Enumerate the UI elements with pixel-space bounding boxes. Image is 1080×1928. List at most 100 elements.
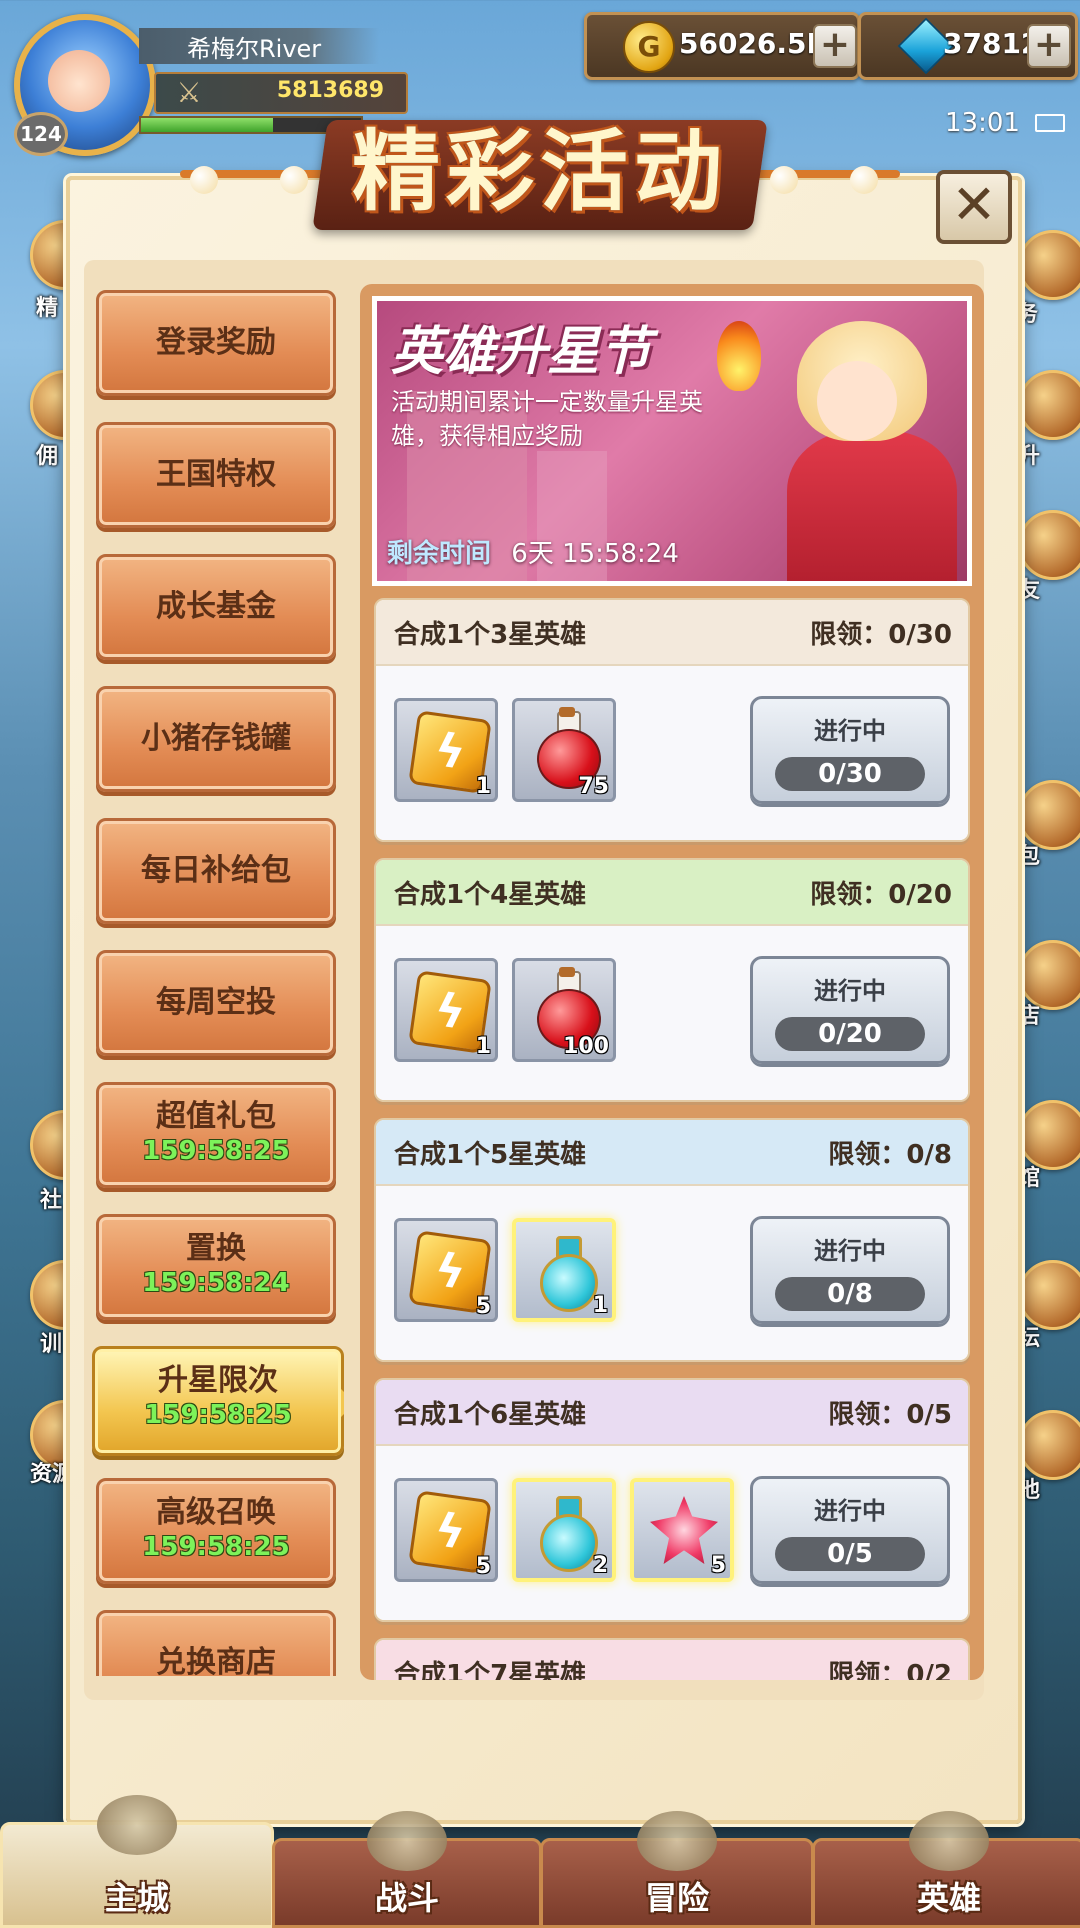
hero-face — [817, 361, 897, 441]
heroes-icon — [909, 1811, 989, 1871]
task-card: 合成1个6星英雄 限领：0/5 ϟ 5 2 5 进行中 0/5 — [374, 1378, 970, 1622]
clock: 13:01 — [945, 108, 1020, 138]
reward-count: 1 — [475, 774, 491, 799]
task-limit: 限领：0/30 — [810, 620, 952, 650]
task-limit: 限领：0/8 — [828, 1140, 952, 1170]
reward-slot[interactable]: 1 — [512, 1218, 616, 1322]
reward-count: 75 — [578, 774, 609, 799]
task-status-button[interactable]: 进行中 0/5 — [750, 1476, 950, 1584]
adventure-icon — [637, 1811, 717, 1871]
task-status-button[interactable]: 进行中 0/20 — [750, 956, 950, 1064]
menu-item-label: 每周空投 — [156, 985, 276, 1020]
reward-count: 1 — [475, 1034, 491, 1059]
reward-slot[interactable]: ϟ 1 — [394, 698, 498, 802]
menu-item-weekly-airdrop[interactable]: 每周空投 — [96, 950, 336, 1056]
tab-heroes[interactable]: 英雄 — [812, 1811, 1080, 1928]
task-body: ϟ 5 1 进行中 0/8 — [376, 1186, 968, 1360]
reward-slot[interactable]: ϟ 5 — [394, 1478, 498, 1582]
reward-count: 1 — [592, 1293, 608, 1318]
task-status-button[interactable]: 进行中 0/30 — [750, 696, 950, 804]
menu-item-advanced-summon[interactable]: 高级召唤 159:58:25 — [96, 1478, 336, 1584]
activity-menu: 登录奖励 王国特权 成长基金 小猪存钱罐 每日补给包 每周空投 超值礼包 159… — [92, 286, 344, 1676]
gold-coin-icon: G — [623, 21, 675, 73]
task-name: 合成1个7星英雄 — [394, 1660, 587, 1680]
player-name: 希梅尔River — [139, 28, 379, 64]
close-button[interactable]: ✕ — [936, 170, 1012, 244]
red-crystal-icon — [650, 1496, 718, 1564]
task-status-button[interactable]: 进行中 0/8 — [750, 1216, 950, 1324]
city-building-icon — [1018, 370, 1080, 440]
city-label: 训 — [40, 1332, 63, 1357]
reward-slot[interactable]: ϟ 5 — [394, 1218, 498, 1322]
task-limit: 限领：0/5 — [828, 1400, 952, 1430]
reward-slot[interactable]: 5 — [630, 1478, 734, 1582]
task-card: 合成1个7星英雄 限领：0/2 — [374, 1638, 970, 1680]
reward-count: 5 — [475, 1554, 491, 1579]
task-limit: 限领：0/20 — [810, 880, 952, 910]
reward-slot[interactable]: ϟ 1 — [394, 958, 498, 1062]
task-limit: 限领：0/2 — [828, 1660, 952, 1680]
battle-icon — [367, 1811, 447, 1871]
city-label: 精 — [36, 296, 59, 321]
avatar-face — [48, 50, 110, 112]
battery-icon — [1035, 114, 1065, 132]
task-name: 合成1个5星英雄 — [394, 1140, 587, 1170]
dialog-title: 精彩活动 — [351, 120, 728, 223]
tab-label: 主城 — [104, 1879, 169, 1917]
menu-item-label: 每日补给包 — [141, 853, 291, 888]
city-building-icon — [1018, 1410, 1080, 1480]
ribbon-ornament — [850, 166, 878, 194]
gem-value: 37812 — [943, 27, 1041, 60]
reward-count: 2 — [592, 1553, 608, 1578]
gem-currency: 37812 + — [858, 12, 1078, 80]
task-header: 合成1个3星英雄 限领：0/30 — [376, 600, 968, 666]
task-name: 合成1个4星英雄 — [394, 880, 587, 910]
menu-item-label: 高级召唤 — [156, 1495, 276, 1530]
menu-item-piggy-bank[interactable]: 小猪存钱罐 — [96, 686, 336, 792]
tab-main-city[interactable]: 主城 — [0, 1795, 274, 1928]
menu-item-label: 王国特权 — [156, 457, 276, 492]
add-gold-button[interactable]: + — [813, 24, 857, 68]
task-body: ϟ 5 2 5 进行中 0/5 — [376, 1446, 968, 1620]
menu-item-star-up-limit[interactable]: 升星限次 159:58:25 — [92, 1346, 344, 1456]
menu-item-daily-supply[interactable]: 每日补给包 — [96, 818, 336, 924]
bottom-nav: 主城 战斗 冒险 英雄 — [0, 1795, 1080, 1928]
reward-slot[interactable]: 2 — [512, 1478, 616, 1582]
menu-item-kingdom-privilege[interactable]: 王国特权 — [96, 422, 336, 528]
menu-item-timer: 159:58:25 — [142, 1136, 290, 1166]
event-banner: 英雄升星节 活动期间累计一定数量升星英雄，获得相应奖励 剩余时间 6天 15:5… — [372, 296, 972, 586]
task-header: 合成1个7星英雄 限领：0/2 — [376, 1640, 968, 1680]
event-content[interactable]: 英雄升星节 活动期间累计一定数量升星英雄，获得相应奖励 剩余时间 6天 15:5… — [372, 296, 972, 1680]
status-progress: 0/30 — [775, 757, 925, 791]
event-title: 英雄升星节 — [391, 322, 652, 382]
reward-count: 5 — [475, 1294, 491, 1319]
add-gem-button[interactable]: + — [1027, 24, 1071, 68]
event-description: 活动期间累计一定数量升星英雄，获得相应奖励 — [391, 388, 703, 450]
task-body: ϟ 1 75 进行中 0/30 — [376, 666, 968, 840]
tab-adventure[interactable]: 冒险 — [540, 1811, 814, 1928]
reward-slot[interactable]: 75 — [512, 698, 616, 802]
ribbon-ornament — [190, 166, 218, 194]
active-arrow-icon — [341, 1389, 344, 1417]
gold-value: 56026.5K — [679, 27, 829, 60]
reward-slot[interactable]: 100 — [512, 958, 616, 1062]
menu-item-label: 成长基金 — [156, 589, 276, 624]
menu-item-login-reward[interactable]: 登录奖励 — [96, 290, 336, 396]
blue-urn-icon — [536, 1232, 598, 1312]
status-progress: 0/20 — [775, 1017, 925, 1051]
status-progress: 0/5 — [775, 1537, 925, 1571]
menu-item-timer: 159:58:25 — [144, 1400, 292, 1430]
city-label: 社 — [40, 1188, 63, 1213]
menu-item-exchange[interactable]: 置换 159:58:24 — [96, 1214, 336, 1320]
tab-label: 冒险 — [644, 1879, 709, 1917]
menu-item-label: 超值礼包 — [156, 1099, 276, 1134]
level-badge: 124 — [14, 112, 68, 156]
menu-item-label: 升星限次 — [158, 1363, 278, 1398]
menu-item-value-pack[interactable]: 超值礼包 159:58:25 — [96, 1082, 336, 1188]
menu-item-exchange-shop[interactable]: 兑换商店 — [96, 1610, 336, 1676]
tab-battle[interactable]: 战斗 — [272, 1811, 542, 1928]
task-header: 合成1个6星英雄 限领：0/5 — [376, 1380, 968, 1446]
hero-portrait — [767, 321, 967, 581]
status-label: 进行中 — [814, 1497, 886, 1525]
menu-item-growth-fund[interactable]: 成长基金 — [96, 554, 336, 660]
